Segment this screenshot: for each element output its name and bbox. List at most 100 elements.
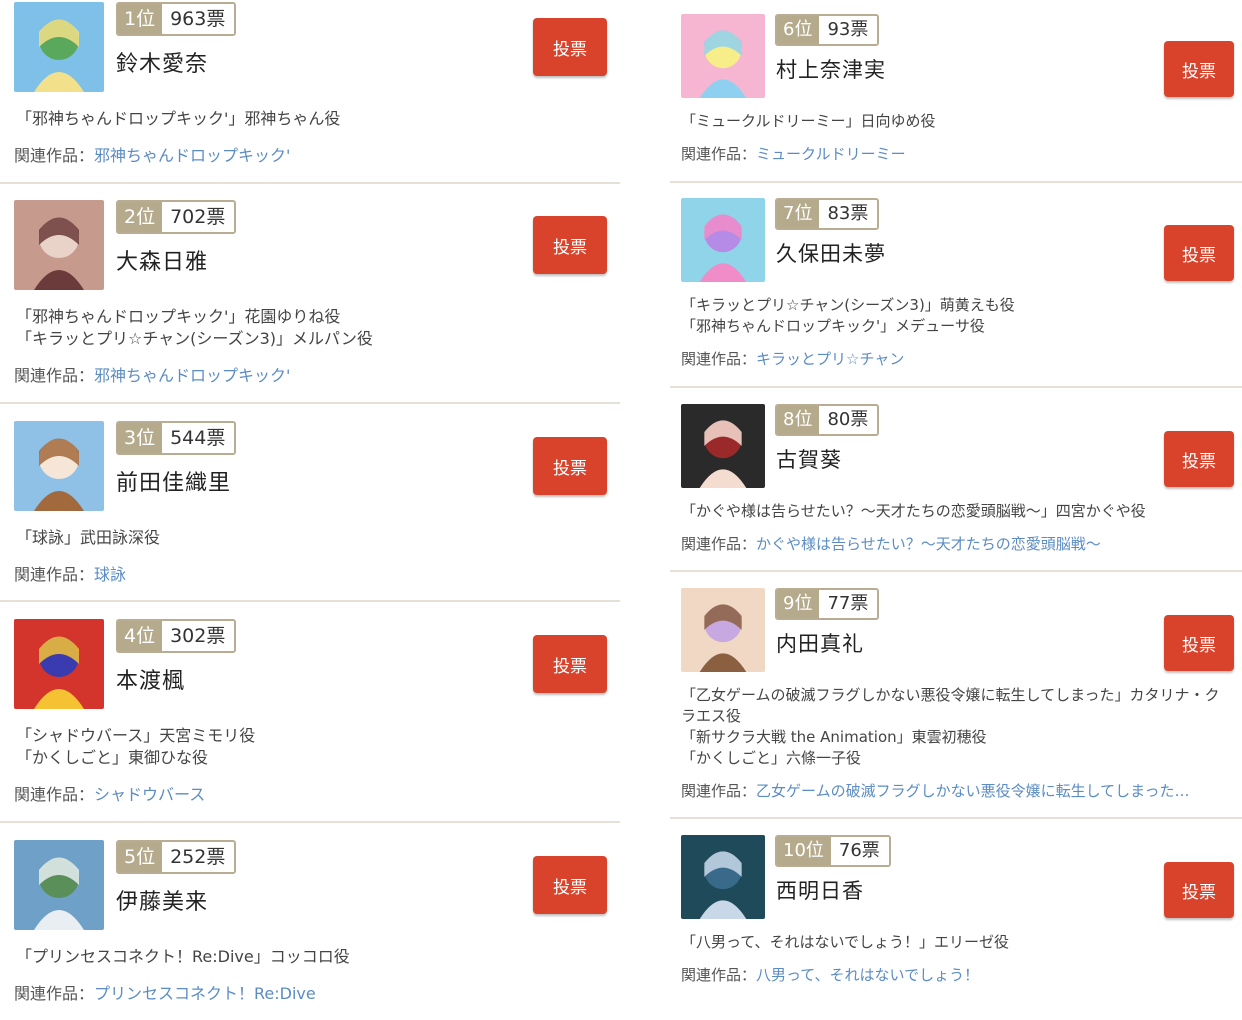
related-works: 関連作品：キラッとプリ☆チャン xyxy=(681,348,904,369)
related-works: 関連作品：乙女ゲームの破滅フラグしかない悪役令嬢に転生してしまった… xyxy=(681,780,1190,801)
voice-actor-name[interactable]: 古賀葵 xyxy=(776,444,842,474)
character-thumbnail[interactable] xyxy=(14,421,104,511)
vote-button[interactable]: 投票 xyxy=(533,856,607,914)
related-work-link[interactable]: プリンセスコネクト！Re:Dive xyxy=(94,984,316,1003)
vote-count: 963票 xyxy=(162,4,235,34)
vote-button[interactable]: 投票 xyxy=(1164,225,1234,281)
vote-button[interactable]: 投票 xyxy=(1164,41,1234,97)
related-works: 関連作品：球詠 xyxy=(14,561,126,585)
character-thumbnail[interactable] xyxy=(14,2,104,92)
role-line: 「邪神ちゃんドロップキック'」メデューサ役 xyxy=(681,317,985,335)
ranking-card: 3位 544票 前田佳織里 投票「球詠」武田詠深役 関連作品：球詠 xyxy=(0,421,620,601)
character-thumbnail[interactable] xyxy=(681,404,765,488)
character-thumbnail[interactable] xyxy=(14,200,104,290)
voice-actor-name[interactable]: 伊藤美来 xyxy=(116,884,208,916)
role-list: 「ミュークルドリーミー」日向ゆめ役 xyxy=(681,111,936,132)
related-works: 関連作品：邪神ちゃんドロップキック' xyxy=(14,362,290,386)
voice-actor-name[interactable]: 西明日香 xyxy=(776,875,864,905)
related-work-link[interactable]: 球詠 xyxy=(94,565,126,584)
ranking-card: 10位 76票 西明日香 投票 「八男って、それはないでしょう！」エリーゼ役 関連作品：八… xyxy=(670,835,1242,1015)
vote-button[interactable]: 投票 xyxy=(1164,862,1234,918)
role-list: 「かぐや様は告らせたい？～天才たちの恋愛頭脳戦～」四宮かぐや役 xyxy=(681,501,1146,522)
rank-label: 4位 xyxy=(118,621,163,651)
voice-actor-name[interactable]: 村上奈津実 xyxy=(776,54,886,84)
related-work-link[interactable]: キラッとプリ☆チャン xyxy=(756,350,904,368)
vote-count: 302票 xyxy=(162,621,235,651)
card-divider xyxy=(670,817,1242,819)
vote-button[interactable]: 投票 xyxy=(533,18,607,76)
card-divider xyxy=(670,570,1242,572)
voice-actor-name[interactable]: 大森日雅 xyxy=(116,244,208,276)
role-line: 「かぐや様は告らせたい？～天才たちの恋愛頭脳戦～」四宮かぐや役 xyxy=(681,502,1146,520)
card-divider xyxy=(0,182,620,184)
rank-badge: 3位 544票 xyxy=(116,421,237,455)
role-line: 「シャドウバース」天宮ミモリ役 xyxy=(16,726,256,745)
voice-actor-name[interactable]: 本渡楓 xyxy=(116,663,185,695)
related-work-link[interactable]: かぐや様は告らせたい？～天才たちの恋愛頭脳戦～ xyxy=(756,535,1101,553)
related-work-link[interactable]: 八男って、それはないでしょう！ xyxy=(756,966,979,984)
ranking-card: 8位 80票古賀葵 投票 「かぐや様は告らせたい？～天才たちの恋愛頭脳戦～」四宮かぐや… xyxy=(670,404,1242,584)
card-divider xyxy=(0,402,620,404)
related-works: 関連作品：シャドウバース xyxy=(14,781,205,805)
rank-badge: 10位 76票 xyxy=(775,835,891,867)
vote-count: 93票 xyxy=(819,16,878,44)
role-list: 「球詠」武田詠深役 xyxy=(16,527,160,549)
role-line: 「邪神ちゃんドロップキック'」花園ゆりね役 xyxy=(16,307,341,326)
related-label: 関連作品： xyxy=(681,350,757,368)
role-list: 「プリンセスコネクト！Re:Dive」コッコロ役 xyxy=(16,946,350,968)
rank-label: 5位 xyxy=(118,842,163,872)
ranking-card: 9位 77票内田真礼 投票「乙女ゲームの破滅フラグしかない悪役令嬢に転生してしまった… xyxy=(670,588,1242,800)
vote-count: 252票 xyxy=(162,842,235,872)
rank-badge: 7位 83票 xyxy=(775,198,880,230)
rank-badge: 9位 77票 xyxy=(775,588,880,620)
vote-button[interactable]: 投票 xyxy=(1164,431,1234,487)
related-works: 関連作品：八男って、それはないでしょう！ xyxy=(681,964,979,985)
related-works: 関連作品：プリンセスコネクト！Re:Dive xyxy=(14,980,316,1004)
voice-actor-name[interactable]: 前田佳織里 xyxy=(116,465,231,497)
character-thumbnail[interactable] xyxy=(681,14,765,98)
role-line: 「かくしごと」六條一子役 xyxy=(681,749,862,767)
vote-count: 702票 xyxy=(162,202,235,232)
role-line: 「乙女ゲームの破滅フラグしかない悪役令嬢に転生してしまった」カタリナ・ク xyxy=(681,686,1220,704)
related-label: 関連作品： xyxy=(681,145,757,163)
related-work-link[interactable]: シャドウバース xyxy=(94,785,205,804)
related-work-link[interactable]: ミュークルドリーミー xyxy=(756,145,906,163)
character-thumbnail[interactable] xyxy=(681,198,765,282)
rank-label: 1位 xyxy=(118,4,163,34)
ranking-card: 6位 93票村上奈津実 投票「ミュークルドリーミー」日向ゆめ役 関連作品：ミュークルド… xyxy=(670,14,1242,194)
character-thumbnail[interactable] xyxy=(14,840,104,930)
voice-actor-name[interactable]: 鈴木愛奈 xyxy=(116,46,208,78)
vote-count: 544票 xyxy=(162,423,235,453)
voice-actor-name[interactable]: 久保田未夢 xyxy=(776,238,886,268)
related-works: 関連作品：邪神ちゃんドロップキック' xyxy=(14,142,290,166)
rank-label: 8位 xyxy=(777,406,820,434)
character-thumbnail[interactable] xyxy=(14,619,104,709)
vote-button[interactable]: 投票 xyxy=(533,437,607,495)
character-thumbnail[interactable] xyxy=(681,835,765,919)
ranking-card: 7位 83票久保田未夢 投票「キラッとプリ☆チャン(シーズン3)」萌黄えも役 「邪神ち… xyxy=(670,198,1242,378)
related-work-link[interactable]: 邪神ちゃんドロップキック' xyxy=(94,366,290,385)
related-label: 関連作品： xyxy=(681,535,757,553)
vote-button[interactable]: 投票 xyxy=(1164,615,1234,671)
role-list: 「八男って、それはないでしょう！」エリーゼ役 xyxy=(681,932,1009,953)
related-work-link[interactable]: 乙女ゲームの破滅フラグしかない悪役令嬢に転生してしまった… xyxy=(756,782,1190,800)
vote-count: 76票 xyxy=(830,837,889,865)
vote-count: 77票 xyxy=(819,590,878,618)
vote-button[interactable]: 投票 xyxy=(533,635,607,693)
voice-actor-name[interactable]: 内田真礼 xyxy=(776,628,864,658)
rank-badge: 6位 93票 xyxy=(775,14,880,46)
card-divider xyxy=(0,821,620,823)
role-line: 「八男って、それはないでしょう！」エリーゼ役 xyxy=(681,933,1010,951)
rank-badge: 2位 702票 xyxy=(116,200,237,234)
vote-button[interactable]: 投票 xyxy=(533,216,607,274)
related-work-link[interactable]: 邪神ちゃんドロップキック' xyxy=(94,146,290,165)
rank-badge: 5位 252票 xyxy=(116,840,237,874)
role-list: 「キラッとプリ☆チャン(シーズン3)」萌黄えも役 「邪神ちゃんドロップキック'」メ… xyxy=(681,295,1015,337)
character-thumbnail[interactable] xyxy=(681,588,765,672)
role-list: 「乙女ゲームの破滅フラグしかない悪役令嬢に転生してしまった」カタリナ・ク ラエス役… xyxy=(681,685,1220,769)
role-line: 「新サクラ大戦 the Animation」東雲初穂役 xyxy=(681,728,987,746)
rank-label: 10位 xyxy=(777,837,831,865)
rank-label: 2位 xyxy=(118,202,163,232)
rank-label: 7位 xyxy=(777,200,820,228)
vote-count: 80票 xyxy=(819,406,878,434)
